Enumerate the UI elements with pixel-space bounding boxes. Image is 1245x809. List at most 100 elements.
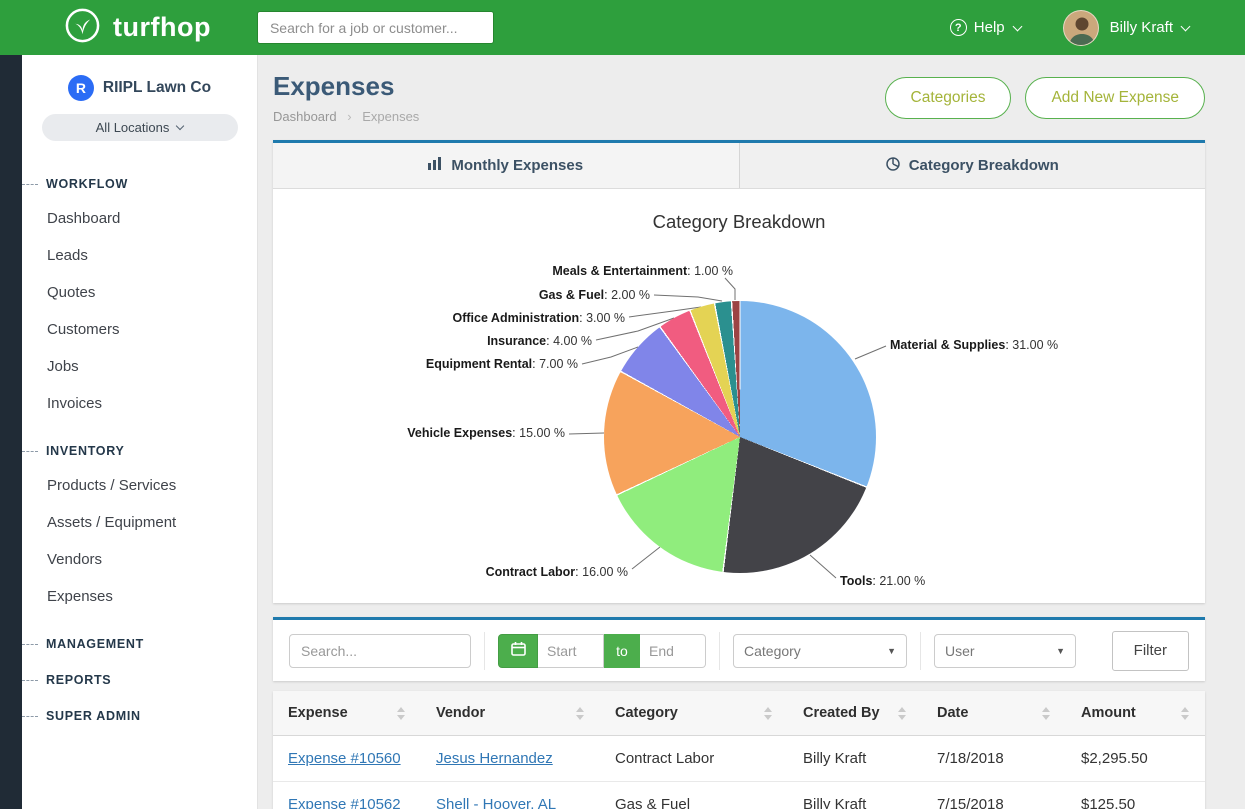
table-search-input[interactable]	[289, 634, 471, 668]
user-select[interactable]: User ▼	[934, 634, 1076, 668]
help-menu[interactable]: ? Help	[950, 19, 1021, 36]
bar-chart-icon	[428, 157, 442, 174]
nav-section-workflow: WORKFLOW	[22, 177, 257, 191]
turfhop-sprout-icon	[64, 7, 101, 49]
pie-label-material-supplies: Material & Supplies31.00 %	[890, 338, 1058, 352]
user-menu[interactable]: Billy Kraft	[1063, 10, 1189, 46]
pie-label-tools: Tools21.00 %	[840, 574, 925, 588]
table-header-category[interactable]: Category	[600, 691, 788, 736]
expense-link[interactable]: Expense #10560	[288, 750, 401, 767]
nav-section-management[interactable]: MANAGEMENT	[22, 637, 257, 651]
tab-monthly-expenses[interactable]: Monthly Expenses	[273, 143, 740, 188]
sidebar-item-products-services[interactable]: Products / Services	[22, 467, 257, 504]
user-name: Billy Kraft	[1110, 19, 1173, 36]
date-cell: 7/15/2018	[922, 782, 1066, 809]
company-logo: R	[68, 75, 94, 101]
date-end-input[interactable]	[640, 634, 706, 668]
topbar: turfhop ? Help Billy Kraft	[0, 0, 1245, 55]
user-select-value: User	[945, 643, 975, 659]
global-search-input[interactable]	[257, 11, 494, 44]
amount-cell: $2,295.50	[1066, 736, 1205, 782]
collapsed-nav-rail[interactable]	[0, 55, 22, 809]
filter-divider	[484, 632, 485, 670]
expense-link[interactable]: Expense #10562	[288, 796, 401, 809]
vendor-link[interactable]: Jesus Hernandez	[436, 750, 553, 767]
sidebar-item-vendors[interactable]: Vendors	[22, 541, 257, 578]
category-cell: Contract Labor	[600, 736, 788, 782]
brand-name: turfhop	[113, 12, 211, 43]
sidebar-item-customers[interactable]: Customers	[22, 311, 257, 348]
brand-logo[interactable]: turfhop	[64, 7, 211, 49]
category-select[interactable]: Category ▼	[733, 634, 907, 668]
table-header-date[interactable]: Date	[922, 691, 1066, 736]
sidebar-item-dashboard[interactable]: Dashboard	[22, 200, 257, 237]
chevron-down-icon	[176, 122, 184, 130]
expenses-table: Expense Vendor Category Created By Date …	[273, 691, 1205, 809]
avatar	[1063, 10, 1099, 46]
sidebar-item-expenses[interactable]: Expenses	[22, 578, 257, 615]
sidebar-item-quotes[interactable]: Quotes	[22, 274, 257, 311]
pie-label-gas-fuel: Gas & Fuel2.00 %	[539, 288, 650, 302]
created-by-cell: Billy Kraft	[788, 782, 922, 809]
company-selector[interactable]: R RIIPL Lawn Co	[22, 75, 257, 101]
sidebar-nav: WORKFLOW Dashboard Leads Quotes Customer…	[22, 141, 257, 723]
table-header-expense[interactable]: Expense	[273, 691, 421, 736]
filter-button[interactable]: Filter	[1112, 631, 1189, 671]
sort-icon	[575, 707, 585, 720]
calendar-button[interactable]	[498, 634, 538, 668]
category-cell: Gas & Fuel	[600, 782, 788, 809]
date-start-input[interactable]	[538, 634, 604, 668]
nav-section-reports[interactable]: REPORTS	[22, 673, 257, 687]
location-label: All Locations	[96, 120, 170, 135]
pie-chart-icon	[886, 157, 900, 175]
company-block: R RIIPL Lawn Co All Locations	[22, 55, 257, 141]
table-header-vendor[interactable]: Vendor	[421, 691, 600, 736]
amount-cell: $125.50	[1066, 782, 1205, 809]
table-row: Expense #10560 Jesus Hernandez Contract …	[273, 736, 1205, 782]
chart-title: Category Breakdown	[273, 211, 1205, 233]
tab-monthly-label: Monthly Expenses	[451, 157, 583, 174]
pie-label-contract-labor: Contract Labor16.00 %	[486, 565, 628, 579]
sidebar-item-assets-equipment[interactable]: Assets / Equipment	[22, 504, 257, 541]
help-icon: ?	[950, 19, 967, 36]
tab-category-breakdown[interactable]: Category Breakdown	[740, 143, 1206, 188]
breadcrumb-separator: ›	[347, 109, 351, 124]
category-select-value: Category	[744, 643, 801, 659]
sidebar-item-leads[interactable]: Leads	[22, 237, 257, 274]
chevron-down-icon	[1181, 21, 1191, 31]
filter-bar: to Category ▼ User ▼ Filter	[273, 617, 1205, 681]
date-to-label: to	[604, 634, 640, 668]
sort-icon	[763, 707, 773, 720]
categories-button[interactable]: Categories	[885, 77, 1012, 119]
pie-label-insurance: Insurance4.00 %	[487, 334, 592, 348]
sort-icon	[1180, 707, 1190, 720]
breadcrumb-dashboard[interactable]: Dashboard	[273, 109, 337, 124]
breadcrumb: Dashboard › Expenses	[273, 109, 419, 124]
created-by-cell: Billy Kraft	[788, 736, 922, 782]
sort-icon	[1041, 707, 1051, 720]
calendar-icon	[511, 641, 526, 661]
nav-section-super-admin[interactable]: SUPER ADMIN	[22, 709, 257, 723]
nav-section-inventory: INVENTORY	[22, 444, 257, 458]
sidebar: R RIIPL Lawn Co All Locations WORKFLOW D…	[22, 55, 258, 809]
page-header: Expenses Dashboard › Expenses Categories…	[273, 71, 1205, 124]
sort-icon	[897, 707, 907, 720]
expenses-table-panel: Expense Vendor Category Created By Date …	[273, 691, 1205, 809]
topbar-right: ? Help Billy Kraft	[950, 10, 1189, 46]
date-range-group: to	[498, 634, 706, 668]
sidebar-item-jobs[interactable]: Jobs	[22, 348, 257, 385]
help-label: Help	[974, 19, 1005, 36]
sidebar-item-invoices[interactable]: Invoices	[22, 385, 257, 422]
chevron-down-icon	[1012, 21, 1022, 31]
vendor-link[interactable]: Shell - Hoover, AL	[436, 796, 556, 809]
table-header-created-by[interactable]: Created By	[788, 691, 922, 736]
filter-divider	[719, 632, 720, 670]
location-selector[interactable]: All Locations	[42, 114, 238, 141]
breadcrumb-current: Expenses	[362, 109, 419, 124]
page-title: Expenses	[273, 71, 419, 102]
add-new-expense-button[interactable]: Add New Expense	[1025, 77, 1205, 119]
pie-chart[interactable]	[604, 301, 876, 573]
table-header-amount[interactable]: Amount	[1066, 691, 1205, 736]
table-header-row: Expense Vendor Category Created By Date …	[273, 691, 1205, 736]
expenses-chart-panel: Monthly Expenses Category Breakdown Cate…	[273, 140, 1205, 603]
